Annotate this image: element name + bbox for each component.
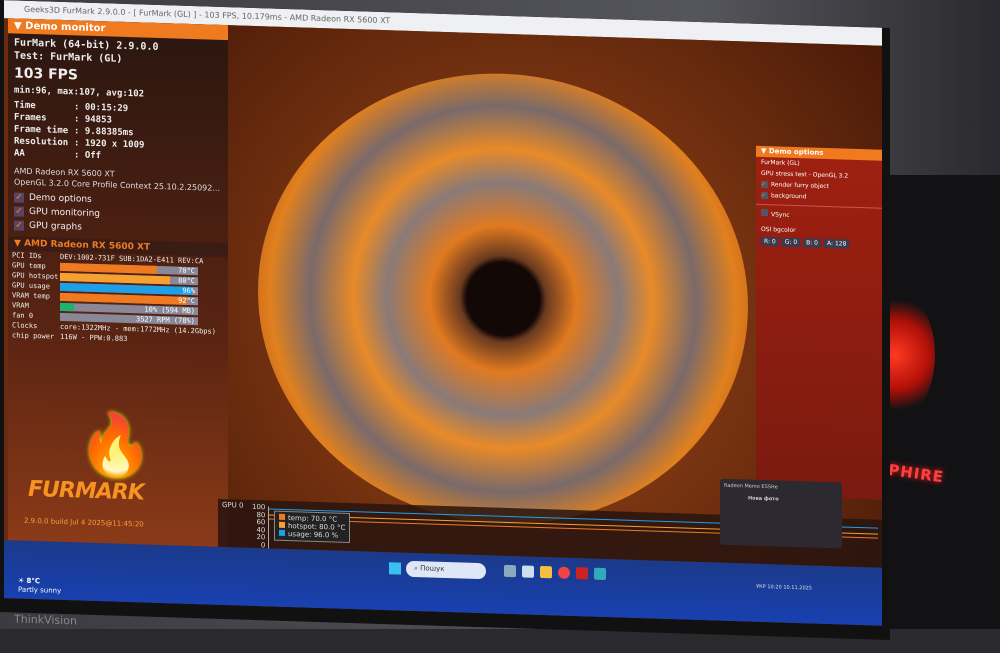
store-icon[interactable] [522,565,534,578]
graph-y-axis: 100 80 60 40 20 0 [252,503,265,549]
pci-label: PCI IDs [12,251,42,261]
check-icon: ✓ [14,192,24,203]
checkbox-label: GPU graphs [29,220,82,233]
notification-toast[interactable]: Radeon Memo ESSHe Нова фото [720,478,842,549]
bar-value: 92°C [178,296,195,306]
gpu-bars: GPU temp 70°C GPU hotspot 80°C GPU usage 96% V… [8,260,228,327]
notification-heading: Нова фото [748,495,779,503]
header-label: Demo monitor [25,20,106,35]
weather-desc: Partly sunny [18,585,62,595]
osd-g-field[interactable]: G: 0 [781,237,801,248]
furmark-logo: 🔥 FURMARK [28,409,178,518]
check-icon: ✓ [14,206,24,217]
check-icon: ✓ [14,220,24,231]
bar-label: VRAM temp [12,291,50,301]
check-icon: ✓ [761,180,768,189]
taskbar-search[interactable]: ⌕ Пошук [406,560,486,580]
search-placeholder: Пошук [420,564,445,573]
osd-a-field[interactable]: A: 128 [824,238,850,249]
checkbox-vsync[interactable]: VSync [756,203,882,224]
checkbox-list: ✓ Demo options ✓ GPU monitoring ✓ GPU graphs [8,190,228,239]
osd-color-fields: R: 0 G: 0 B: 0 A: 128 [756,235,882,252]
windows-start-icon[interactable] [389,562,401,575]
furmark-taskbar-icon[interactable] [576,567,588,580]
osd-r-field[interactable]: R: 0 [761,236,779,247]
bar-fill [60,302,74,312]
weather-widget[interactable]: ☀ 8°C Partly sunny [18,577,61,596]
language-indicator: УКР [756,583,766,591]
logo-text: FURMARK [28,476,144,506]
power-label: chip power [12,331,55,341]
info-list: Time: 00:15:29 Frames: 94853 Frame time: 9… [8,99,228,166]
folder-icon[interactable] [540,565,552,579]
info-key: AA [14,148,25,159]
bar-label: VRAM [12,301,29,310]
checkbox-label: background [771,192,807,201]
bar-value: 80°C [178,276,195,286]
bar-label: fan 0 [12,311,34,321]
demo-options-panel: ▼ Demo options FurMark (GL) GPU stress t… [756,145,882,500]
screen: Geeks3D FurMark 2.9.0.0 - [ FurMark (GL)… [4,0,882,626]
checkbox-label: VSync [771,211,790,219]
clocks-label: Clocks [12,321,38,331]
power-value: 116W - PPW:0.883 [60,332,128,344]
bar-value: 70°C [178,266,195,276]
info-value: : Off [74,150,102,162]
bar-label: GPU temp [12,261,46,271]
check-icon: ✓ [761,191,768,200]
bar-value: 10% (594 MB) [144,305,195,316]
checkbox-box [761,208,768,217]
weather-temp: 8°C [26,576,41,586]
bar-label: GPU usage [12,281,50,291]
legend-label: usage: 96.0 % [288,530,339,540]
demo-monitor-panel: ▼ Demo monitor FurMark (64-bit) 2.9.0.0 … [8,18,228,548]
legend-usage: usage: 96.0 % [279,529,345,540]
monitor: Geeks3D FurMark 2.9.0.0 - [ FurMark (GL)… [0,0,890,640]
build-info: 2.9.0.0 build Jul 4 2025@11:45:20 [24,516,144,529]
checkbox-label: Demo options [29,192,92,205]
graph-legend: temp: 70.0 °C hotspot: 80.0 °C usage: 96… [274,510,351,544]
bar-value: 96% [182,286,195,296]
clock-time: 10:20 [767,584,782,591]
furry-donut-render [258,66,748,532]
checkbox-label: Render furry object [771,181,829,191]
chrome-icon[interactable] [558,566,570,579]
monitor-brand: ThinkVision [14,612,77,628]
graph-label: GPU 0 [222,500,244,510]
notification-title: Radeon Memo ESSHe [724,482,778,491]
options-header-label: Demo options [768,147,824,157]
bar-label: GPU hotspot [12,271,59,281]
task-view-icon[interactable] [504,564,516,578]
app-icon[interactable] [594,567,606,581]
system-tray[interactable]: УКР 10:20 10.11.2025 [756,584,812,592]
checkbox-label: GPU monitoring [29,206,100,220]
osd-b-field[interactable]: B: 0 [803,238,822,248]
clock-date: 10.11.2025 [783,584,812,592]
flame-icon: 🔥 [78,409,153,482]
